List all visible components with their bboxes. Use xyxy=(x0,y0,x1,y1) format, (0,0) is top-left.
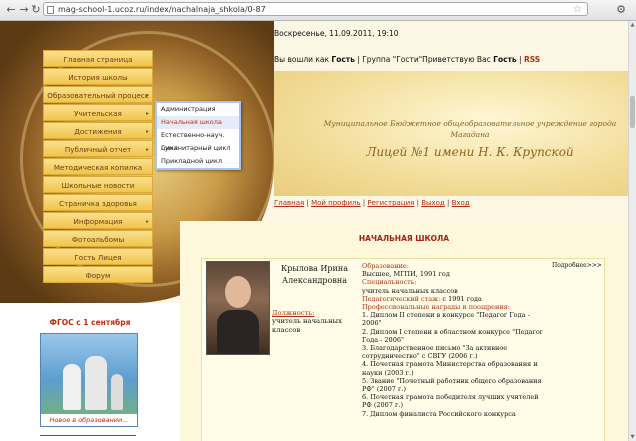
section-title: НАЧАЛЬНАЯ ШКОЛА xyxy=(358,234,450,243)
submenu-item[interactable]: Администрация xyxy=(157,103,239,116)
nav-link[interactable]: Мой профиль xyxy=(311,199,361,207)
rss-link[interactable]: RSS xyxy=(524,55,540,64)
menu-item[interactable]: Фотоальбомы xyxy=(43,230,153,247)
divider xyxy=(40,435,136,436)
reload-icon[interactable]: ↻ xyxy=(29,3,43,17)
welcome-user2: Гость xyxy=(493,55,517,64)
award-item: 4. Почетная грамота Министерства образов… xyxy=(362,360,538,377)
vertical-scrollbar[interactable]: ▲ ▼ xyxy=(628,21,636,441)
welcome-line: Вы вошли как Гость | Группа "Гости"Приве… xyxy=(274,55,541,64)
teacher-name: Крылова Ирина Александровна xyxy=(281,264,348,285)
menu-item[interactable]: Информация xyxy=(43,212,153,230)
address-bar[interactable]: mag-school-1.ucoz.ru/index/nachalnaja_sh… xyxy=(43,2,588,16)
promo-figure xyxy=(85,356,107,410)
menu-item[interactable]: Учительская xyxy=(43,104,153,122)
url-text: mag-school-1.ucoz.ru/index/nachalnaja_sh… xyxy=(58,5,266,14)
award-item: 1. Диплом II степени в конкурсе "Педагог… xyxy=(362,311,530,328)
photo-face xyxy=(225,276,251,308)
position-label: Должность: xyxy=(272,309,315,317)
browser-toolbar: ← → ↻ mag-school-1.ucoz.ru/index/nachaln… xyxy=(0,0,636,21)
specialty-label: Специальность: xyxy=(362,278,417,287)
awards-list: 1. Диплом II степени в конкурсе "Педагог… xyxy=(362,311,544,418)
institution-name: Муниципальное Бюджетное общеобразователь… xyxy=(323,119,617,139)
web-page: Главная страница История школы Образовател… xyxy=(0,21,628,441)
menu-item[interactable]: Главная страница xyxy=(43,50,153,67)
photo-body xyxy=(217,310,259,354)
menu-item[interactable]: Гость Лицея xyxy=(43,248,153,265)
nav-link[interactable]: Выход xyxy=(421,199,445,207)
position-value: учитель начальных классов xyxy=(272,317,342,334)
promo-figure xyxy=(111,374,123,410)
teacher-photo xyxy=(206,261,270,355)
education-label: Образование: xyxy=(362,262,409,270)
scroll-down-icon[interactable]: ▼ xyxy=(629,434,636,440)
experience-label: Педагогический стаж: xyxy=(362,294,441,303)
wrench-icon[interactable]: ⚙ xyxy=(614,3,628,17)
promo-banner[interactable]: Новое в образовании... xyxy=(40,333,138,427)
menu-item[interactable]: История школы xyxy=(43,68,153,85)
awards-label: Профессиональные награды и поощрения: xyxy=(362,303,510,312)
experience-row: Педагогический стаж: с 1991 года xyxy=(362,295,544,303)
back-arrow-icon[interactable]: ← xyxy=(4,3,18,17)
teacher-details: Образование: Высшее, МГПИ, 1991 год Спец… xyxy=(362,262,544,418)
education-value: Высшее, МГПИ, 1991 год xyxy=(362,270,450,279)
nav-link[interactable]: Вход xyxy=(452,199,470,207)
menu-item[interactable]: Публичный отчет xyxy=(43,140,153,158)
menu-item[interactable]: Школьные новости xyxy=(43,176,153,193)
submenu-item[interactable]: Прикладной цикл xyxy=(157,155,239,168)
experience-value: с 1991 года xyxy=(442,294,482,303)
specialty-value: учитель начальных классов xyxy=(362,286,458,295)
scroll-thumb[interactable] xyxy=(630,96,635,128)
scroll-up-icon[interactable]: ▲ xyxy=(629,22,636,28)
page-icon xyxy=(47,6,54,14)
welcome-user: Гость xyxy=(331,55,355,64)
submenu-item[interactable]: Начальная школа xyxy=(157,116,239,129)
fgos-heading: ФГОС с 1 сентября xyxy=(49,318,131,327)
award-item: 3. Благодарственное письмо "За активное … xyxy=(362,344,508,361)
menu-item[interactable]: Достижения xyxy=(43,122,153,140)
nav-link[interactable]: Регистрация xyxy=(367,199,414,207)
promo-caption: Новое в образовании... xyxy=(41,414,137,426)
menu-item[interactable]: Страничка здоровья xyxy=(43,194,153,211)
user-nav-links: Главная | Мой профиль | Регистрация | Вы… xyxy=(274,199,470,207)
award-item: 6. Почетная грамота победителя лучших уч… xyxy=(362,393,539,410)
current-date: Воскресенье, 11.09.2011, 19:10 xyxy=(274,29,399,38)
award-item: 5. Звание "Почетный работник общего обра… xyxy=(362,376,542,394)
welcome-group: | Группа "Гости"Приветствую Вас xyxy=(357,55,491,64)
menu-item[interactable]: Методическая копилка xyxy=(43,158,153,175)
menu-item[interactable]: Форум xyxy=(43,266,153,283)
award-item: 7. Диплом финалиста Российского конкурса xyxy=(362,409,516,418)
submenu-item[interactable]: Гуманитарный цикл xyxy=(157,142,239,155)
menu-item[interactable]: Образовательный процесс xyxy=(43,86,153,104)
teachers-submenu: Администрация Начальная школа Естественно-… xyxy=(155,101,241,170)
welcome-prefix: Вы вошли как xyxy=(274,55,330,64)
submenu-item[interactable]: Естественно-науч. цикл xyxy=(157,129,239,152)
promo-figure xyxy=(63,364,81,410)
award-item: 2. Диплом I степени в областном конкурсе… xyxy=(362,327,544,344)
nav-link[interactable]: Главная xyxy=(274,199,304,207)
more-link[interactable]: Подробнее>>> xyxy=(552,262,602,269)
main-menu: Главная страница История школы Образовател… xyxy=(43,50,153,284)
school-name: Лицей №1 имени Н. К. Крупской xyxy=(366,145,574,159)
bookmark-star-icon[interactable]: ☆ xyxy=(573,3,582,17)
